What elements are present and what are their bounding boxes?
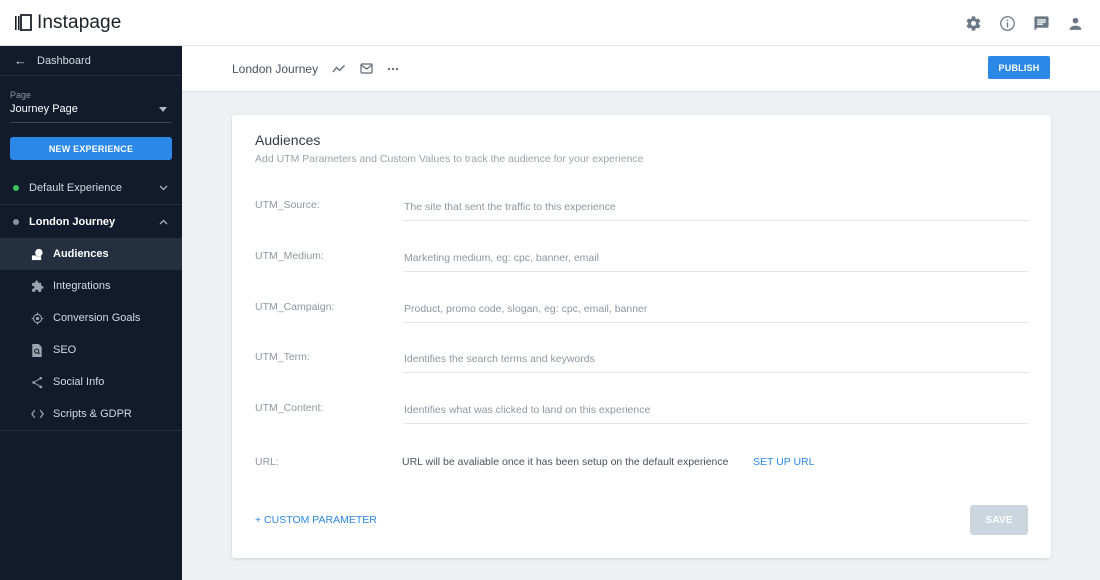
sidebar-item-seo[interactable]: SEO xyxy=(0,334,182,366)
utm-source-field: UTM_Source: xyxy=(255,193,1028,223)
sidebar: ← Dashboard Page Journey Page NEW EXPERI… xyxy=(0,46,182,580)
page-select-label: Page xyxy=(10,90,32,100)
caret-down-icon xyxy=(159,106,167,112)
set-up-url-link[interactable]: SET UP URL xyxy=(753,456,814,468)
utm-content-input[interactable] xyxy=(404,396,1028,424)
instapage-logo-icon xyxy=(14,13,34,33)
arrow-left-icon: ← xyxy=(14,53,27,68)
sidebar-item-conversion-goals[interactable]: Conversion Goals xyxy=(0,302,182,334)
sidebar-item-scripts-gdpr[interactable]: Scripts & GDPR xyxy=(0,398,182,430)
add-custom-parameter-link[interactable]: + CUSTOM PARAMETER xyxy=(255,514,377,526)
field-label: UTM_Term: xyxy=(255,351,310,363)
sidebar-item-label: Scripts & GDPR xyxy=(53,408,132,420)
utm-campaign-field: UTM_Campaign: xyxy=(255,295,1028,325)
field-label: UTM_Campaign: xyxy=(255,301,335,313)
field-label: UTM_Source: xyxy=(255,199,320,211)
sidebar-item-label: Audiences xyxy=(53,248,109,260)
status-dot-icon xyxy=(13,218,19,225)
utm-content-field: UTM_Content: xyxy=(255,396,1028,426)
analytics-icon[interactable] xyxy=(332,64,346,74)
url-status-text: URL will be avaliable once it has been s… xyxy=(402,456,729,468)
card-title: Audiences xyxy=(255,132,321,148)
utm-campaign-input[interactable] xyxy=(404,295,1028,323)
more-options-icon[interactable] xyxy=(387,67,399,71)
code-icon xyxy=(30,407,44,421)
puzzle-icon xyxy=(30,279,44,293)
page-select-value: Journey Page xyxy=(10,103,78,115)
sidebar-item-audiences[interactable]: Audiences xyxy=(0,238,182,270)
gear-icon[interactable] xyxy=(962,12,984,34)
info-icon[interactable] xyxy=(996,12,1018,34)
experience-default[interactable]: Default Experience xyxy=(0,172,182,205)
user-icon[interactable] xyxy=(1064,12,1086,34)
seo-icon xyxy=(30,343,44,357)
page-header: London Journey PUBLISH xyxy=(182,46,1100,92)
logo[interactable]: Instapage xyxy=(14,12,121,34)
field-label: UTM_Medium: xyxy=(255,250,324,262)
chevron-down-icon xyxy=(159,183,168,193)
publish-button[interactable]: PUBLISH xyxy=(988,56,1050,79)
sidebar-item-label: Social Info xyxy=(53,376,105,388)
audiences-icon xyxy=(30,247,44,261)
audiences-card: Audiences Add UTM Parameters and Custom … xyxy=(232,115,1051,558)
utm-term-input[interactable] xyxy=(404,345,1028,373)
sidebar-item-social-info[interactable]: Social Info xyxy=(0,366,182,398)
top-bar: Instapage xyxy=(0,0,1100,46)
back-to-dashboard-link[interactable]: ← Dashboard xyxy=(0,46,182,76)
field-label: UTM_Content: xyxy=(255,402,324,414)
sidebar-item-label: SEO xyxy=(53,344,77,356)
brand-name: Instapage xyxy=(37,11,122,33)
page-title: London Journey xyxy=(232,61,319,76)
sidebar-item-label: Conversion Goals xyxy=(53,312,141,324)
page-select[interactable]: Journey Page xyxy=(10,100,172,123)
utm-source-input[interactable] xyxy=(404,193,1028,221)
chevron-up-icon xyxy=(159,217,168,227)
sidebar-item-integrations[interactable]: Integrations xyxy=(0,270,182,302)
url-label: URL: xyxy=(255,456,279,468)
target-icon xyxy=(30,311,44,325)
utm-term-field: UTM_Term: xyxy=(255,345,1028,375)
dashboard-label: Dashboard xyxy=(37,54,91,67)
save-button[interactable]: SAVE xyxy=(970,505,1028,535)
sidebar-item-label: Integrations xyxy=(53,280,111,292)
share-icon xyxy=(30,375,44,389)
utm-medium-field: UTM_Medium: xyxy=(255,244,1028,274)
experience-london-journey[interactable]: London Journey xyxy=(0,205,182,238)
new-experience-button[interactable]: NEW EXPERIENCE xyxy=(10,137,172,160)
status-dot-icon xyxy=(13,185,19,191)
card-subtitle: Add UTM Parameters and Custom Values to … xyxy=(255,153,644,165)
mail-icon[interactable] xyxy=(360,63,373,74)
experience-label: London Journey xyxy=(29,215,116,228)
chat-icon[interactable] xyxy=(1030,12,1052,34)
utm-medium-input[interactable] xyxy=(404,244,1028,272)
experience-label: Default Experience xyxy=(29,182,122,194)
